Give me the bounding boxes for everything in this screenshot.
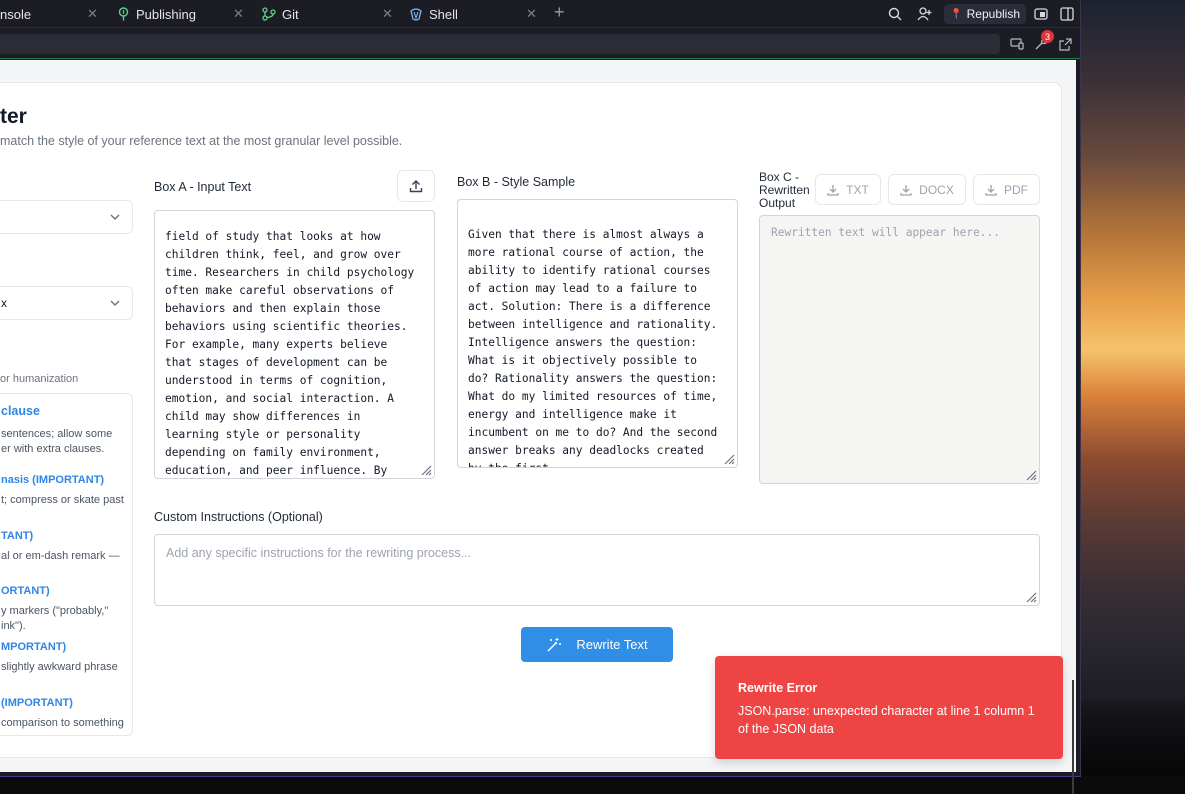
style-option-title: TANT): [1, 530, 34, 542]
scrollbar[interactable]: [1072, 680, 1074, 794]
download-icon: [985, 184, 997, 196]
export-pdf-button[interactable]: PDF: [973, 174, 1040, 205]
style-option-desc: slightly awkward phrase: [1, 661, 118, 673]
output-placeholder: Rewritten text will appear here...: [771, 226, 1001, 239]
box-c-label: Box C - Rewritten Output: [759, 171, 810, 210]
page-subtitle: match the style of your reference text a…: [0, 134, 403, 148]
style-option-title: clause: [1, 404, 40, 418]
download-icon: [900, 184, 912, 196]
devices-icon[interactable]: [1006, 33, 1028, 55]
notification-badge: 3: [1041, 30, 1054, 43]
custom-instructions-input[interactable]: Add any specific instructions for the re…: [154, 534, 1040, 606]
close-icon[interactable]: ✕: [526, 6, 537, 22]
humanization-hint: or humanization: [0, 373, 79, 385]
export-label: DOCX: [919, 182, 954, 197]
tab-label: Git: [282, 6, 299, 22]
tools-icon[interactable]: 3: [1030, 30, 1054, 55]
style-options-list: clause sentences; allow some er with ext…: [0, 393, 133, 736]
style-option-title: MPORTANT): [1, 641, 67, 653]
style-option[interactable]: (IMPORTANT) comparison to something: [1, 696, 124, 731]
rewrite-button-label: Rewrite Text: [576, 637, 648, 652]
tab-shell[interactable]: Shell ✕: [401, 0, 541, 28]
search-icon[interactable]: [884, 3, 906, 25]
style-option-desc: ink").: [1, 620, 26, 632]
style-option-desc: y markers ("probably,": [1, 605, 109, 617]
republish-button[interactable]: 📍 Republish: [944, 4, 1026, 24]
desktop-wallpaper: [1080, 0, 1185, 794]
address-actions: 3: [1006, 30, 1078, 55]
style-option[interactable]: MPORTANT) slightly awkward phrase: [1, 640, 118, 675]
chevron-down-icon: [110, 211, 120, 225]
pin-icon: 📍: [950, 8, 963, 20]
page-title: ter: [0, 105, 27, 128]
export-label: PDF: [1004, 182, 1028, 197]
address-bar: 3: [0, 29, 1080, 59]
shell-icon: [409, 7, 423, 21]
resize-handle-icon[interactable]: [420, 464, 432, 476]
tab-label: Shell: [429, 6, 458, 22]
error-toast[interactable]: Rewrite Error JSON.parse: unexpected cha…: [715, 656, 1063, 759]
style-option-title: nasis (IMPORTANT): [1, 474, 105, 486]
git-icon: [262, 7, 276, 21]
close-icon[interactable]: ✕: [382, 6, 393, 22]
new-tab-icon[interactable]: +: [554, 2, 565, 23]
republish-label: Republish: [966, 7, 1020, 21]
resize-handle-icon[interactable]: [1025, 469, 1037, 481]
style-option-title: (IMPORTANT): [1, 697, 73, 709]
style-option-desc: comparison to something: [1, 717, 124, 729]
tab-publishing[interactable]: Publishing ✕: [108, 0, 248, 28]
box-a-label: Box A - Input Text: [154, 180, 252, 194]
input-text-area[interactable]: field of study that looks at how childre…: [154, 210, 435, 479]
preset-select[interactable]: x: [0, 286, 133, 320]
magic-wand-icon: [547, 637, 562, 652]
app-window: nsole ✕ Publishing ✕ Git ✕ Shell ✕ + 📍 R…: [0, 0, 1081, 794]
upload-button[interactable]: [397, 170, 435, 202]
open-external-icon[interactable]: [1054, 33, 1076, 55]
publishing-icon: [116, 7, 130, 21]
export-docx-button[interactable]: DOCX: [888, 174, 966, 205]
style-option-desc: al or em-dash remark —: [1, 550, 120, 562]
resize-handle-icon[interactable]: [1025, 591, 1037, 603]
upload-icon: [409, 180, 423, 193]
box-c-label-line: Output: [759, 196, 796, 210]
toast-message: JSON.parse: unexpected character at line…: [738, 704, 1035, 736]
toast-title: Rewrite Error: [738, 681, 818, 695]
style-option-title: ORTANT): [1, 585, 50, 597]
input-text: field of study that looks at how childre…: [165, 230, 415, 477]
split-pane-icon[interactable]: [1056, 3, 1078, 25]
tab-label: nsole: [0, 6, 32, 22]
style-option[interactable]: TANT) al or em-dash remark —: [1, 529, 120, 564]
url-input[interactable]: [0, 34, 1000, 54]
tab-bar: nsole ✕ Publishing ✕ Git ✕ Shell ✕ + 📍 R…: [0, 0, 1080, 28]
export-txt-button[interactable]: TXT: [815, 174, 881, 205]
resize-handle-icon[interactable]: [723, 453, 735, 465]
close-icon[interactable]: ✕: [233, 6, 244, 22]
desktop-taskbar-edge: [0, 775, 1185, 794]
devtools-icon[interactable]: [1030, 3, 1052, 25]
style-option[interactable]: nasis (IMPORTANT) t; compress or skate p…: [1, 473, 124, 508]
style-option[interactable]: clause sentences; allow some er with ext…: [1, 404, 112, 457]
download-icon: [827, 184, 839, 196]
tab-git[interactable]: Git ✕: [254, 0, 394, 28]
output-text-area[interactable]: Rewritten text will appear here...: [759, 215, 1040, 484]
export-label: TXT: [846, 182, 869, 197]
mode-select[interactable]: [0, 200, 133, 234]
chevron-down-icon: [110, 297, 120, 311]
style-option-desc: er with extra clauses.: [1, 443, 105, 455]
tab-label: Publishing: [136, 6, 196, 22]
tab-console[interactable]: nsole ✕: [0, 0, 102, 28]
rewrite-text-button[interactable]: Rewrite Text: [521, 627, 673, 662]
style-option[interactable]: ORTANT) y markers ("probably," ink").: [1, 584, 108, 634]
close-icon[interactable]: ✕: [87, 6, 98, 22]
custom-instructions-placeholder: Add any specific instructions for the re…: [166, 546, 471, 560]
invite-user-icon[interactable]: [914, 3, 936, 25]
select-value: x: [1, 296, 7, 310]
toolbar-right: 📍 Republish: [876, 0, 1080, 28]
style-sample-area[interactable]: Given that there is almost always a more…: [457, 199, 738, 468]
style-option-desc: t; compress or skate past: [1, 494, 124, 506]
style-option-desc: sentences; allow some: [1, 428, 113, 440]
style-sample-text: Given that there is almost always a more…: [468, 228, 718, 467]
box-b-label: Box B - Style Sample: [457, 175, 576, 189]
custom-instructions-label: Custom Instructions (Optional): [154, 510, 323, 524]
